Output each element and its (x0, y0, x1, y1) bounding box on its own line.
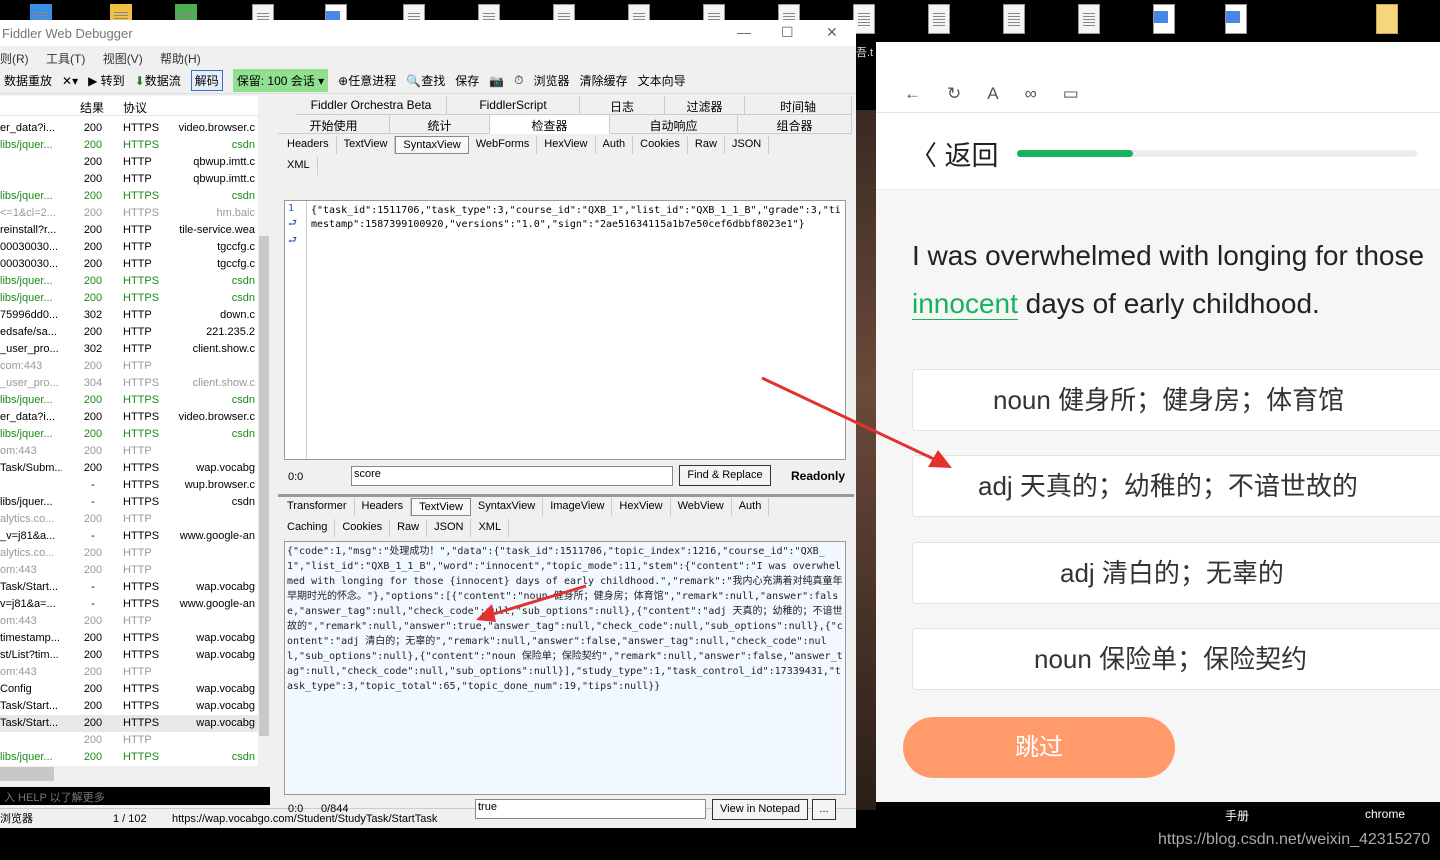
red-arrow-icon (476, 584, 587, 622)
annotation-arrows (476, 376, 952, 622)
red-arrow-icon (761, 376, 952, 468)
